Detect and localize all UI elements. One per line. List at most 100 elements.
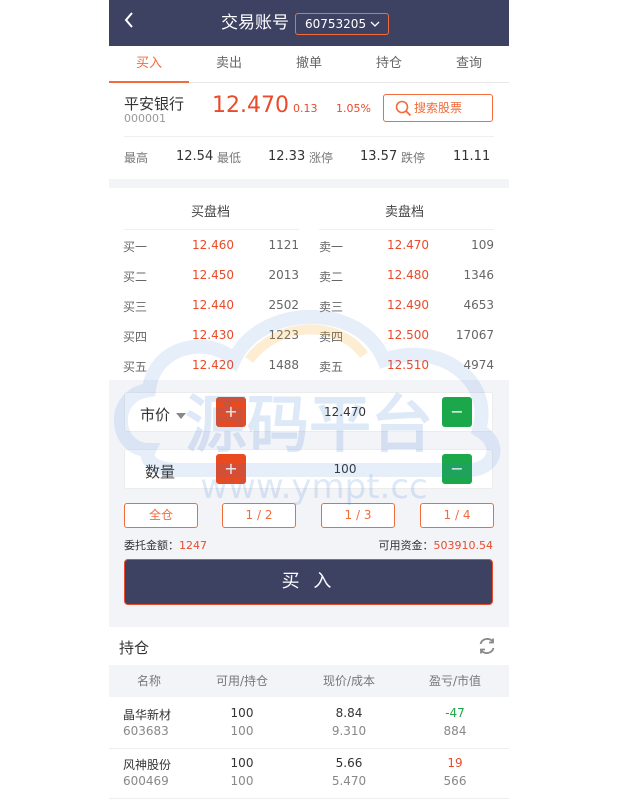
tab-sell[interactable]: 卖出 (189, 46, 269, 82)
bid-level: 买二 (123, 270, 148, 284)
column-header-pnl: 盈亏/市值 (428, 674, 482, 688)
bid-price: 12.440 (192, 298, 234, 312)
limit-up-value: 13.57 (360, 149, 398, 164)
available-funds: 可用资金：503910.54 (379, 537, 494, 553)
bid-row[interactable]: 买四 12.430 1223 (109, 328, 309, 348)
bid-volume: 1488 (268, 358, 299, 372)
bid-level: 买五 (123, 360, 148, 374)
column-header-available: 可用/持仓 (215, 674, 269, 688)
position-value: 884 (443, 724, 467, 738)
price-input[interactable]: 12.470 (265, 405, 425, 419)
refresh-icon (479, 638, 495, 654)
high-label: 最高 (124, 151, 149, 165)
price-type-selector[interactable]: 市价 (140, 404, 170, 425)
low-value: 12.33 (268, 149, 306, 164)
search-icon (395, 100, 412, 117)
bid-volume: 1121 (268, 238, 299, 252)
quantity-increase-button[interactable]: + (216, 454, 246, 484)
column-header-price: 现价/成本 (322, 674, 376, 688)
quantity-decrease-button[interactable]: − (442, 454, 472, 484)
tab-buy[interactable]: 买入 (109, 46, 189, 83)
stock-price: 12.470 (212, 93, 289, 118)
ask-row[interactable]: 卖三 12.490 4653 (309, 298, 509, 318)
tab-holdings[interactable]: 持仓 (349, 46, 429, 82)
stock-code: 000001 (124, 112, 166, 125)
refresh-button[interactable] (476, 635, 498, 661)
tab-query[interactable]: 查询 (429, 46, 509, 82)
stock-name: 平安银行 (124, 95, 185, 113)
position-cost: 5.470 (331, 774, 367, 788)
position-code: 603683 (123, 724, 169, 738)
fraction-half-button[interactable]: 1 / 2 (222, 503, 296, 528)
divider (319, 229, 494, 230)
high-value: 12.54 (176, 149, 214, 164)
ask-volume: 1346 (463, 268, 494, 282)
price-decrease-button[interactable]: − (442, 397, 472, 427)
bid-price: 12.460 (192, 238, 234, 252)
bid-volume: 1223 (268, 328, 299, 342)
position-pnl: 19 (447, 756, 463, 770)
account-selector[interactable]: 60753205 (295, 13, 389, 35)
caret-down-icon[interactable] (176, 413, 186, 419)
divider (124, 136, 494, 137)
fraction-all-button[interactable]: 全仓 (124, 503, 198, 528)
order-amount: 委托金额：1247 (124, 537, 207, 553)
tab-cancel[interactable]: 撤单 (269, 46, 349, 82)
position-price: 8.84 (335, 706, 363, 720)
positions-table-header: 名称 可用/持仓 现价/成本 盈亏/市值 (109, 665, 509, 697)
stock-info: 平安银行 000001 12.470 0.13 1.05% 搜索股票 最高 12… (109, 83, 509, 179)
trading-app: 交易账号 60753205 买入 卖出 撤单 持仓 查询 平安银行 000001… (109, 0, 509, 801)
limit-up-label: 涨停 (309, 151, 334, 165)
bid-row[interactable]: 买三 12.440 2502 (109, 298, 309, 318)
ask-level: 卖五 (319, 360, 344, 374)
back-button[interactable] (123, 10, 135, 36)
chevron-down-icon (370, 14, 380, 42)
ask-row[interactable]: 卖二 12.480 1346 (309, 268, 509, 288)
bid-book-title: 买盘档 (191, 205, 231, 220)
ask-row[interactable]: 卖一 12.470 109 (309, 238, 509, 258)
trade-tabs: 买入 卖出 撤单 持仓 查询 (109, 46, 509, 83)
quantity-input[interactable]: 100 (265, 462, 425, 476)
position-code: 600469 (123, 774, 169, 788)
app-header: 交易账号 60753205 (109, 0, 509, 46)
bid-price: 12.450 (192, 268, 234, 282)
price-change: 0.13 (293, 102, 318, 115)
positions-panel: 持仓 名称 可用/持仓 现价/成本 盈亏/市值 晶华新材 603683 100 … (109, 627, 509, 801)
ask-volume: 109 (471, 238, 494, 252)
chevron-left-icon (124, 12, 133, 28)
ask-row[interactable]: 卖四 12.500 17067 (309, 328, 509, 348)
ask-volume: 4974 (463, 358, 494, 372)
bid-price: 12.420 (192, 358, 234, 372)
bid-row[interactable]: 买五 12.420 1488 (109, 358, 309, 378)
limit-down-label: 跌停 (401, 151, 426, 165)
bid-level: 买一 (123, 240, 148, 254)
price-change-pct: 1.05% (336, 102, 371, 115)
search-stock-button[interactable]: 搜索股票 (383, 94, 493, 122)
quantity-label: 数量 (145, 463, 176, 481)
ask-price: 12.500 (387, 328, 429, 342)
fraction-quarter-button[interactable]: 1 / 4 (420, 503, 494, 528)
price-increase-button[interactable]: + (216, 397, 246, 427)
buy-button[interactable]: 买 入 (124, 559, 493, 605)
ask-level: 卖二 (319, 270, 344, 284)
table-row[interactable]: 风神股份 600469 100 100 5.66 5.470 19 566 (109, 748, 509, 799)
limit-down-value: 11.11 (453, 149, 491, 164)
bid-level: 买三 (123, 300, 148, 314)
ask-level: 卖一 (319, 240, 344, 254)
ask-price: 12.490 (387, 298, 429, 312)
ask-book-title: 卖盘档 (385, 205, 425, 220)
available-funds-value: 503910.54 (433, 539, 494, 552)
ask-volume: 17067 (455, 328, 494, 342)
fraction-third-button[interactable]: 1 / 3 (321, 503, 395, 528)
position-value: 566 (443, 774, 467, 788)
bid-row[interactable]: 买二 12.450 2013 (109, 268, 309, 288)
table-row[interactable]: 晶华新材 603683 100 100 8.84 9.310 -47 884 (109, 698, 509, 749)
ask-level: 卖三 (319, 300, 344, 314)
position-holding: 100 (230, 774, 254, 788)
low-label: 最低 (217, 151, 242, 165)
bid-row[interactable]: 买一 12.460 1121 (109, 238, 309, 258)
ask-row[interactable]: 卖五 12.510 4974 (309, 358, 509, 378)
ask-level: 卖四 (319, 330, 344, 344)
ask-price: 12.480 (387, 268, 429, 282)
position-holding: 100 (230, 724, 254, 738)
